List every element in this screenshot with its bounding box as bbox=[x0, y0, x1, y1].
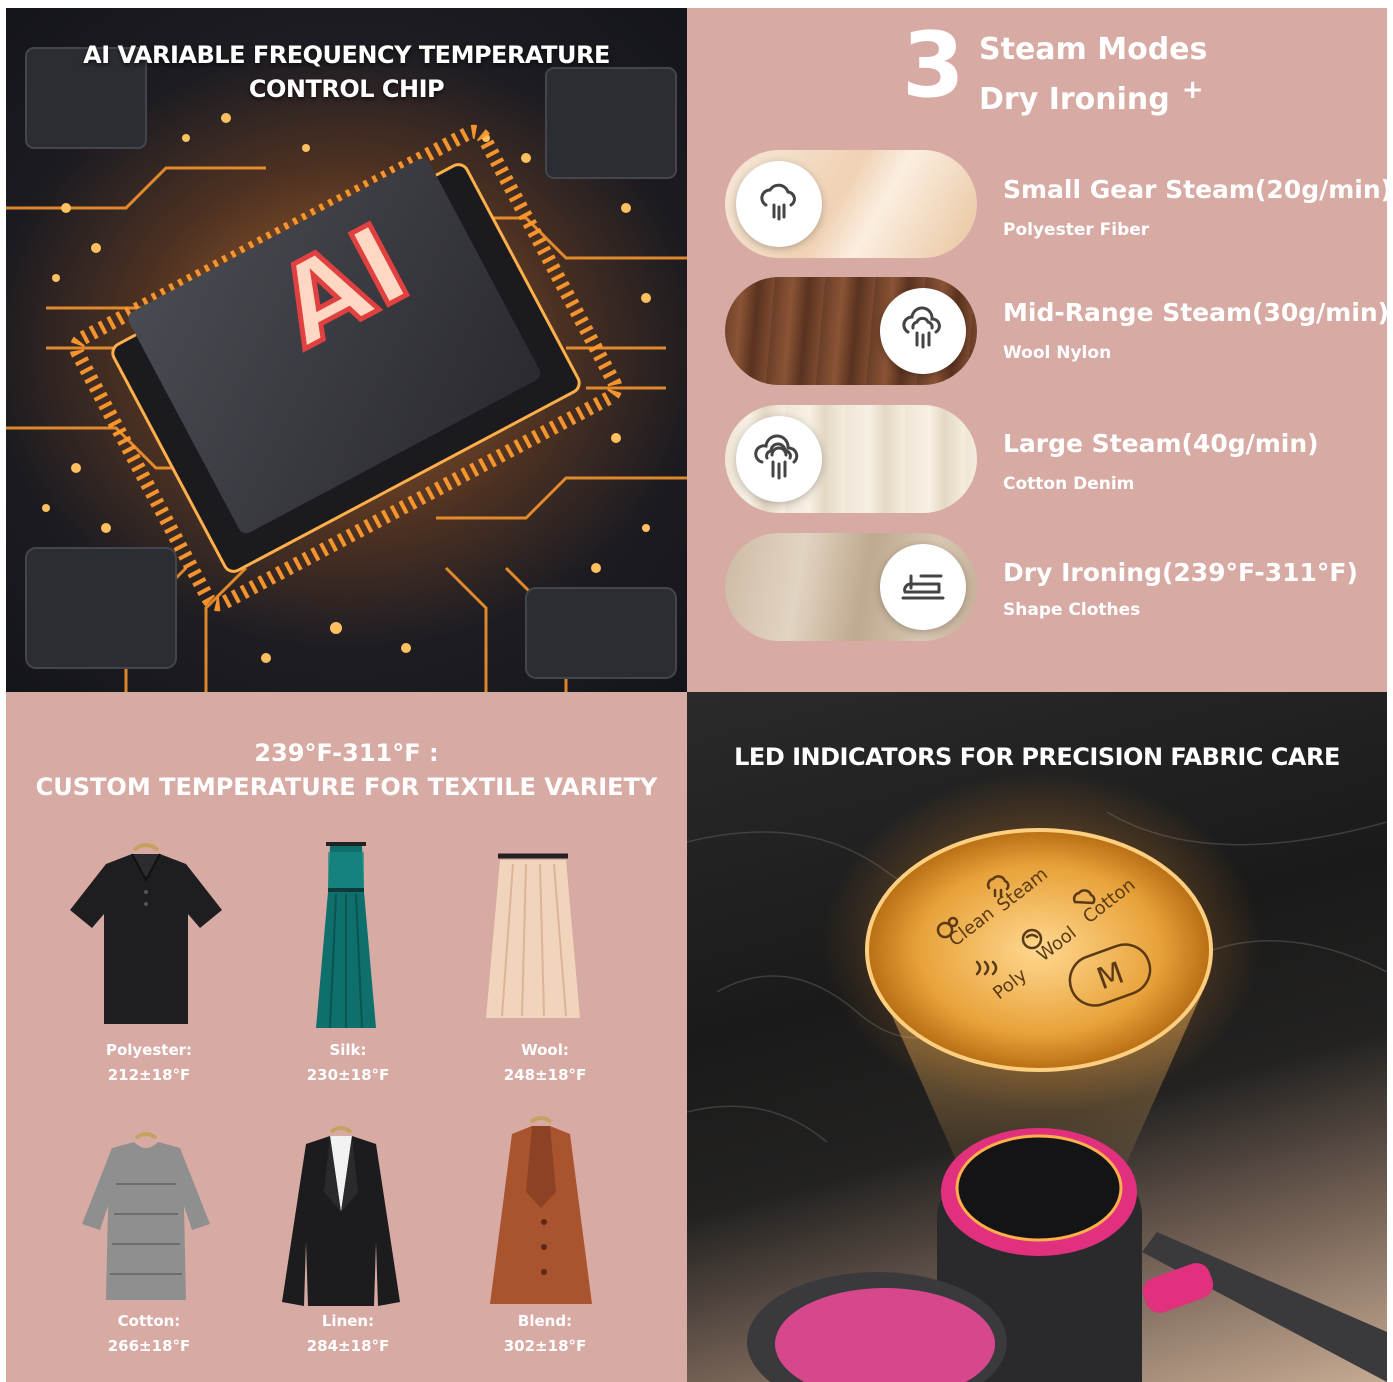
mode-title-4: Dry Ironing(239°F-311°F) bbox=[1003, 558, 1358, 587]
mode-subtitle-3: Cotton Denim bbox=[1003, 474, 1135, 494]
steam-modes-panel: 3 Steam Modes Dry Ironing + Small Gear St… bbox=[687, 8, 1387, 692]
chip-title-line2: CONTROL CHIP bbox=[248, 75, 445, 103]
fabric-label-wool: Wool: 248±18°F bbox=[445, 1038, 645, 1088]
fabric-temp-linen: 284±18°F bbox=[306, 1337, 390, 1355]
blend-coat-image bbox=[490, 1116, 592, 1304]
cotton-sweater-image bbox=[82, 1132, 210, 1300]
fabric-name-blend: Blend: bbox=[517, 1312, 573, 1330]
modes-heading: Steam Modes Dry Ironing + bbox=[979, 30, 1207, 120]
fabric-panel-title: 239°F-311°F : CUSTOM TEMPERATURE FOR TEX… bbox=[6, 736, 687, 804]
wool-indicator-icon bbox=[1021, 928, 1043, 950]
led-indicators-panel: LED INDICATORS FOR PRECISION FABRIC CARE… bbox=[687, 692, 1387, 1382]
fabric-label-polyester: Polyester: 212±18°F bbox=[49, 1038, 249, 1088]
fabric-title-line2: CUSTOM TEMPERATURE FOR TEXTILE VARIETY bbox=[35, 773, 658, 801]
mid-steam-icon bbox=[880, 288, 966, 374]
led-label-cotton: Cotton bbox=[1079, 874, 1139, 928]
large-steam-icon bbox=[736, 416, 822, 502]
mode-fabric-image-3 bbox=[725, 405, 977, 513]
fabric-temp-blend: 302±18°F bbox=[503, 1337, 587, 1355]
mode-button-label: M bbox=[1092, 956, 1128, 998]
fabric-label-silk: Silk: 230±18°F bbox=[248, 1038, 448, 1088]
fabric-temperature-panel: 239°F-311°F : CUSTOM TEMPERATURE FOR TEX… bbox=[6, 692, 687, 1382]
fabric-name-silk: Silk: bbox=[329, 1041, 367, 1059]
fabric-temp-polyester: 212±18°F bbox=[107, 1066, 191, 1084]
mode-title-2: Mid-Range Steam(30g/min) bbox=[1003, 298, 1387, 327]
wool-skirt-image bbox=[486, 853, 580, 1018]
fabric-label-blend: Blend: 302±18°F bbox=[445, 1309, 645, 1359]
chip-title-line1: AI VARIABLE FREQUENCY TEMPERATURE bbox=[83, 41, 610, 69]
linen-blazer-image bbox=[282, 1126, 400, 1306]
small-steam-icon bbox=[736, 161, 822, 247]
plus-icon: + bbox=[1181, 75, 1204, 105]
fabric-temp-cotton: 266±18°F bbox=[107, 1337, 191, 1355]
mode-title-3: Large Steam(40g/min) bbox=[1003, 429, 1319, 458]
fabric-temp-silk: 230±18°F bbox=[306, 1066, 390, 1084]
silk-dress-image bbox=[316, 842, 376, 1029]
fabric-name-polyester: Polyester: bbox=[105, 1041, 193, 1059]
fabric-name-cotton: Cotton: bbox=[117, 1312, 181, 1330]
mode-subtitle-1: Polyester Fiber bbox=[1003, 220, 1150, 240]
modes-count: 3 bbox=[902, 13, 965, 118]
fabric-name-linen: Linen: bbox=[321, 1312, 375, 1330]
polyester-shirt-image bbox=[70, 843, 222, 1024]
mode-fabric-image-1 bbox=[725, 150, 977, 258]
fabric-temp-wool: 248±18°F bbox=[503, 1066, 587, 1084]
fabric-name-wool: Wool: bbox=[521, 1041, 569, 1059]
modes-heading-line1: Steam Modes bbox=[979, 32, 1208, 67]
fabric-label-cotton: Cotton: 266±18°F bbox=[49, 1309, 249, 1359]
led-indicator-display: Clean Steam Cotton Wool Poly M bbox=[936, 864, 1152, 1007]
ai-chip-panel: AI AI VARIABLE FREQUENCY TEMPERATURE CON… bbox=[6, 8, 687, 692]
mode-fabric-image-4 bbox=[725, 533, 977, 641]
mode-subtitle-2: Wool Nylon bbox=[1003, 343, 1112, 363]
iron-icon bbox=[880, 544, 966, 630]
circuit-board-illustration: AI bbox=[6, 47, 687, 692]
mode-subtitle-4: Shape Clothes bbox=[1003, 600, 1141, 620]
mode-title-1: Small Gear Steam(20g/min) bbox=[1003, 175, 1387, 204]
chip-panel-title: AI VARIABLE FREQUENCY TEMPERATURE CONTRO… bbox=[6, 38, 687, 106]
fabric-label-linen: Linen: 284±18°F bbox=[248, 1309, 448, 1359]
mode-fabric-image-2 bbox=[725, 277, 977, 385]
poly-indicator-icon bbox=[975, 960, 998, 976]
fabric-title-line1: 239°F-311°F : bbox=[254, 739, 439, 767]
modes-heading-line2: Dry Ironing bbox=[979, 82, 1170, 117]
